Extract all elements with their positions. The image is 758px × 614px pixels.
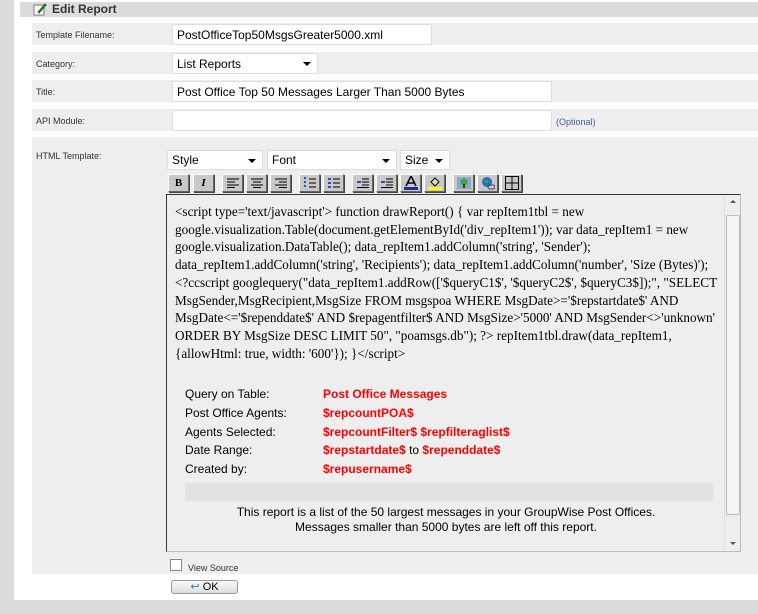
image-icon [456, 177, 471, 189]
section-title: Edit Report [52, 2, 117, 16]
info-label-daterange: Date Range: [185, 443, 253, 457]
info-label-agents: Agents Selected: [185, 425, 276, 439]
section-header: Edit Report [20, 2, 758, 17]
chevron-down-icon [382, 159, 390, 163]
insert-link-button[interactable] [477, 174, 498, 192]
category-select[interactable]: List Reports [172, 53, 318, 74]
left-border [0, 0, 14, 600]
outdent-icon [356, 178, 369, 188]
scrollbar-thumb[interactable] [726, 215, 740, 515]
view-source-label: View Source [188, 563, 239, 573]
filename-input[interactable]: PostOfficeTop50MsgsGreater5000.xml [172, 24, 432, 45]
style-label: Style [172, 153, 199, 167]
italic-button[interactable]: I [193, 174, 214, 192]
bold-button[interactable]: B [168, 174, 189, 192]
unordered-list-button[interactable] [323, 174, 344, 192]
dotted-separator [185, 483, 713, 501]
start-date-var: $repstartdate$ [323, 443, 406, 457]
indent-button[interactable] [376, 174, 397, 192]
italic-icon: I [201, 177, 206, 189]
return-arrow-icon: ↩ [190, 581, 200, 593]
info-label-query: Query on Table: [185, 387, 270, 401]
api-input[interactable] [172, 110, 552, 131]
scroll-up-icon[interactable] [730, 200, 736, 203]
bold-icon: B [174, 177, 183, 189]
style-select[interactable]: Style [167, 150, 263, 170]
title-label: Title: [36, 87, 56, 97]
globe-link-icon [481, 177, 495, 190]
info-label-poa: Post Office Agents: [185, 406, 287, 420]
align-center-button[interactable] [246, 174, 267, 192]
info-value-agents: $repcountFilter$ $repfilteraglist$ [323, 425, 510, 439]
editor-code-text: <script type='text/javascript'> function… [175, 204, 717, 361]
category-value: List Reports [177, 57, 242, 71]
bottom-border [0, 600, 758, 614]
scroll-down-icon[interactable] [730, 542, 736, 545]
chevron-down-icon [248, 159, 256, 163]
insert-table-button[interactable] [501, 174, 522, 192]
row-filename: Template Filename: PostOfficeTop50MsgsGr… [32, 23, 758, 45]
align-left-button[interactable] [222, 174, 243, 192]
info-value-poa: $repcountPOA$ [323, 406, 414, 420]
info-value-query: Post Office Messages [323, 387, 448, 401]
table-icon [504, 176, 519, 190]
paint-bucket-icon [427, 177, 442, 190]
api-label: API Module: [36, 116, 86, 126]
font-select[interactable]: Font [267, 150, 397, 170]
html-template-label: HTML Template: [36, 151, 102, 161]
align-right-icon [274, 178, 287, 188]
description-line-2: Messages smaller than 5000 bytes are lef… [295, 520, 597, 534]
align-right-button[interactable] [270, 174, 291, 192]
ok-label: OK [202, 581, 219, 593]
background-color-button[interactable] [424, 174, 445, 192]
text-color-icon [403, 176, 418, 190]
ordered-list-button[interactable] [299, 174, 320, 192]
row-category: Category: List Reports [32, 52, 758, 74]
ok-button[interactable]: ↩ OK [171, 580, 238, 594]
html-editor[interactable]: <script type='text/javascript'> function… [166, 194, 741, 552]
view-source-checkbox[interactable] [170, 559, 182, 571]
end-date-var: $rependdate$ [422, 443, 501, 457]
filename-label: Template Filename: [36, 30, 115, 40]
editor-scrollbar[interactable] [724, 195, 740, 551]
ordered-list-icon [303, 177, 316, 189]
text-color-button[interactable] [400, 174, 421, 192]
indent-icon [380, 178, 393, 188]
info-label-createdby: Created by: [185, 462, 248, 476]
chevron-down-icon [435, 159, 443, 163]
row-title: Title: Post Office Top 50 Messages Large… [32, 80, 758, 102]
unordered-list-icon [327, 178, 340, 188]
outdent-button[interactable] [352, 174, 373, 192]
edit-icon [33, 3, 47, 16]
api-optional-hint: (Optional) [556, 117, 596, 127]
to-text: to [409, 443, 420, 457]
row-api: API Module: (Optional) [32, 109, 758, 131]
align-left-icon [226, 178, 239, 188]
description-line-1: This report is a list of the 50 largest … [236, 505, 656, 519]
title-input[interactable]: Post Office Top 50 Messages Larger Than … [172, 81, 552, 102]
info-value-createdby: $repusername$ [323, 462, 412, 476]
size-select[interactable]: Size [400, 150, 450, 170]
category-label: Category: [36, 59, 76, 69]
insert-image-button[interactable] [453, 174, 474, 192]
align-center-icon [250, 178, 263, 188]
chevron-down-icon [303, 62, 311, 66]
font-label: Font [272, 153, 297, 167]
info-value-daterange: $repstartdate$ to $rependdate$ [323, 443, 500, 457]
size-label: Size [405, 153, 429, 167]
